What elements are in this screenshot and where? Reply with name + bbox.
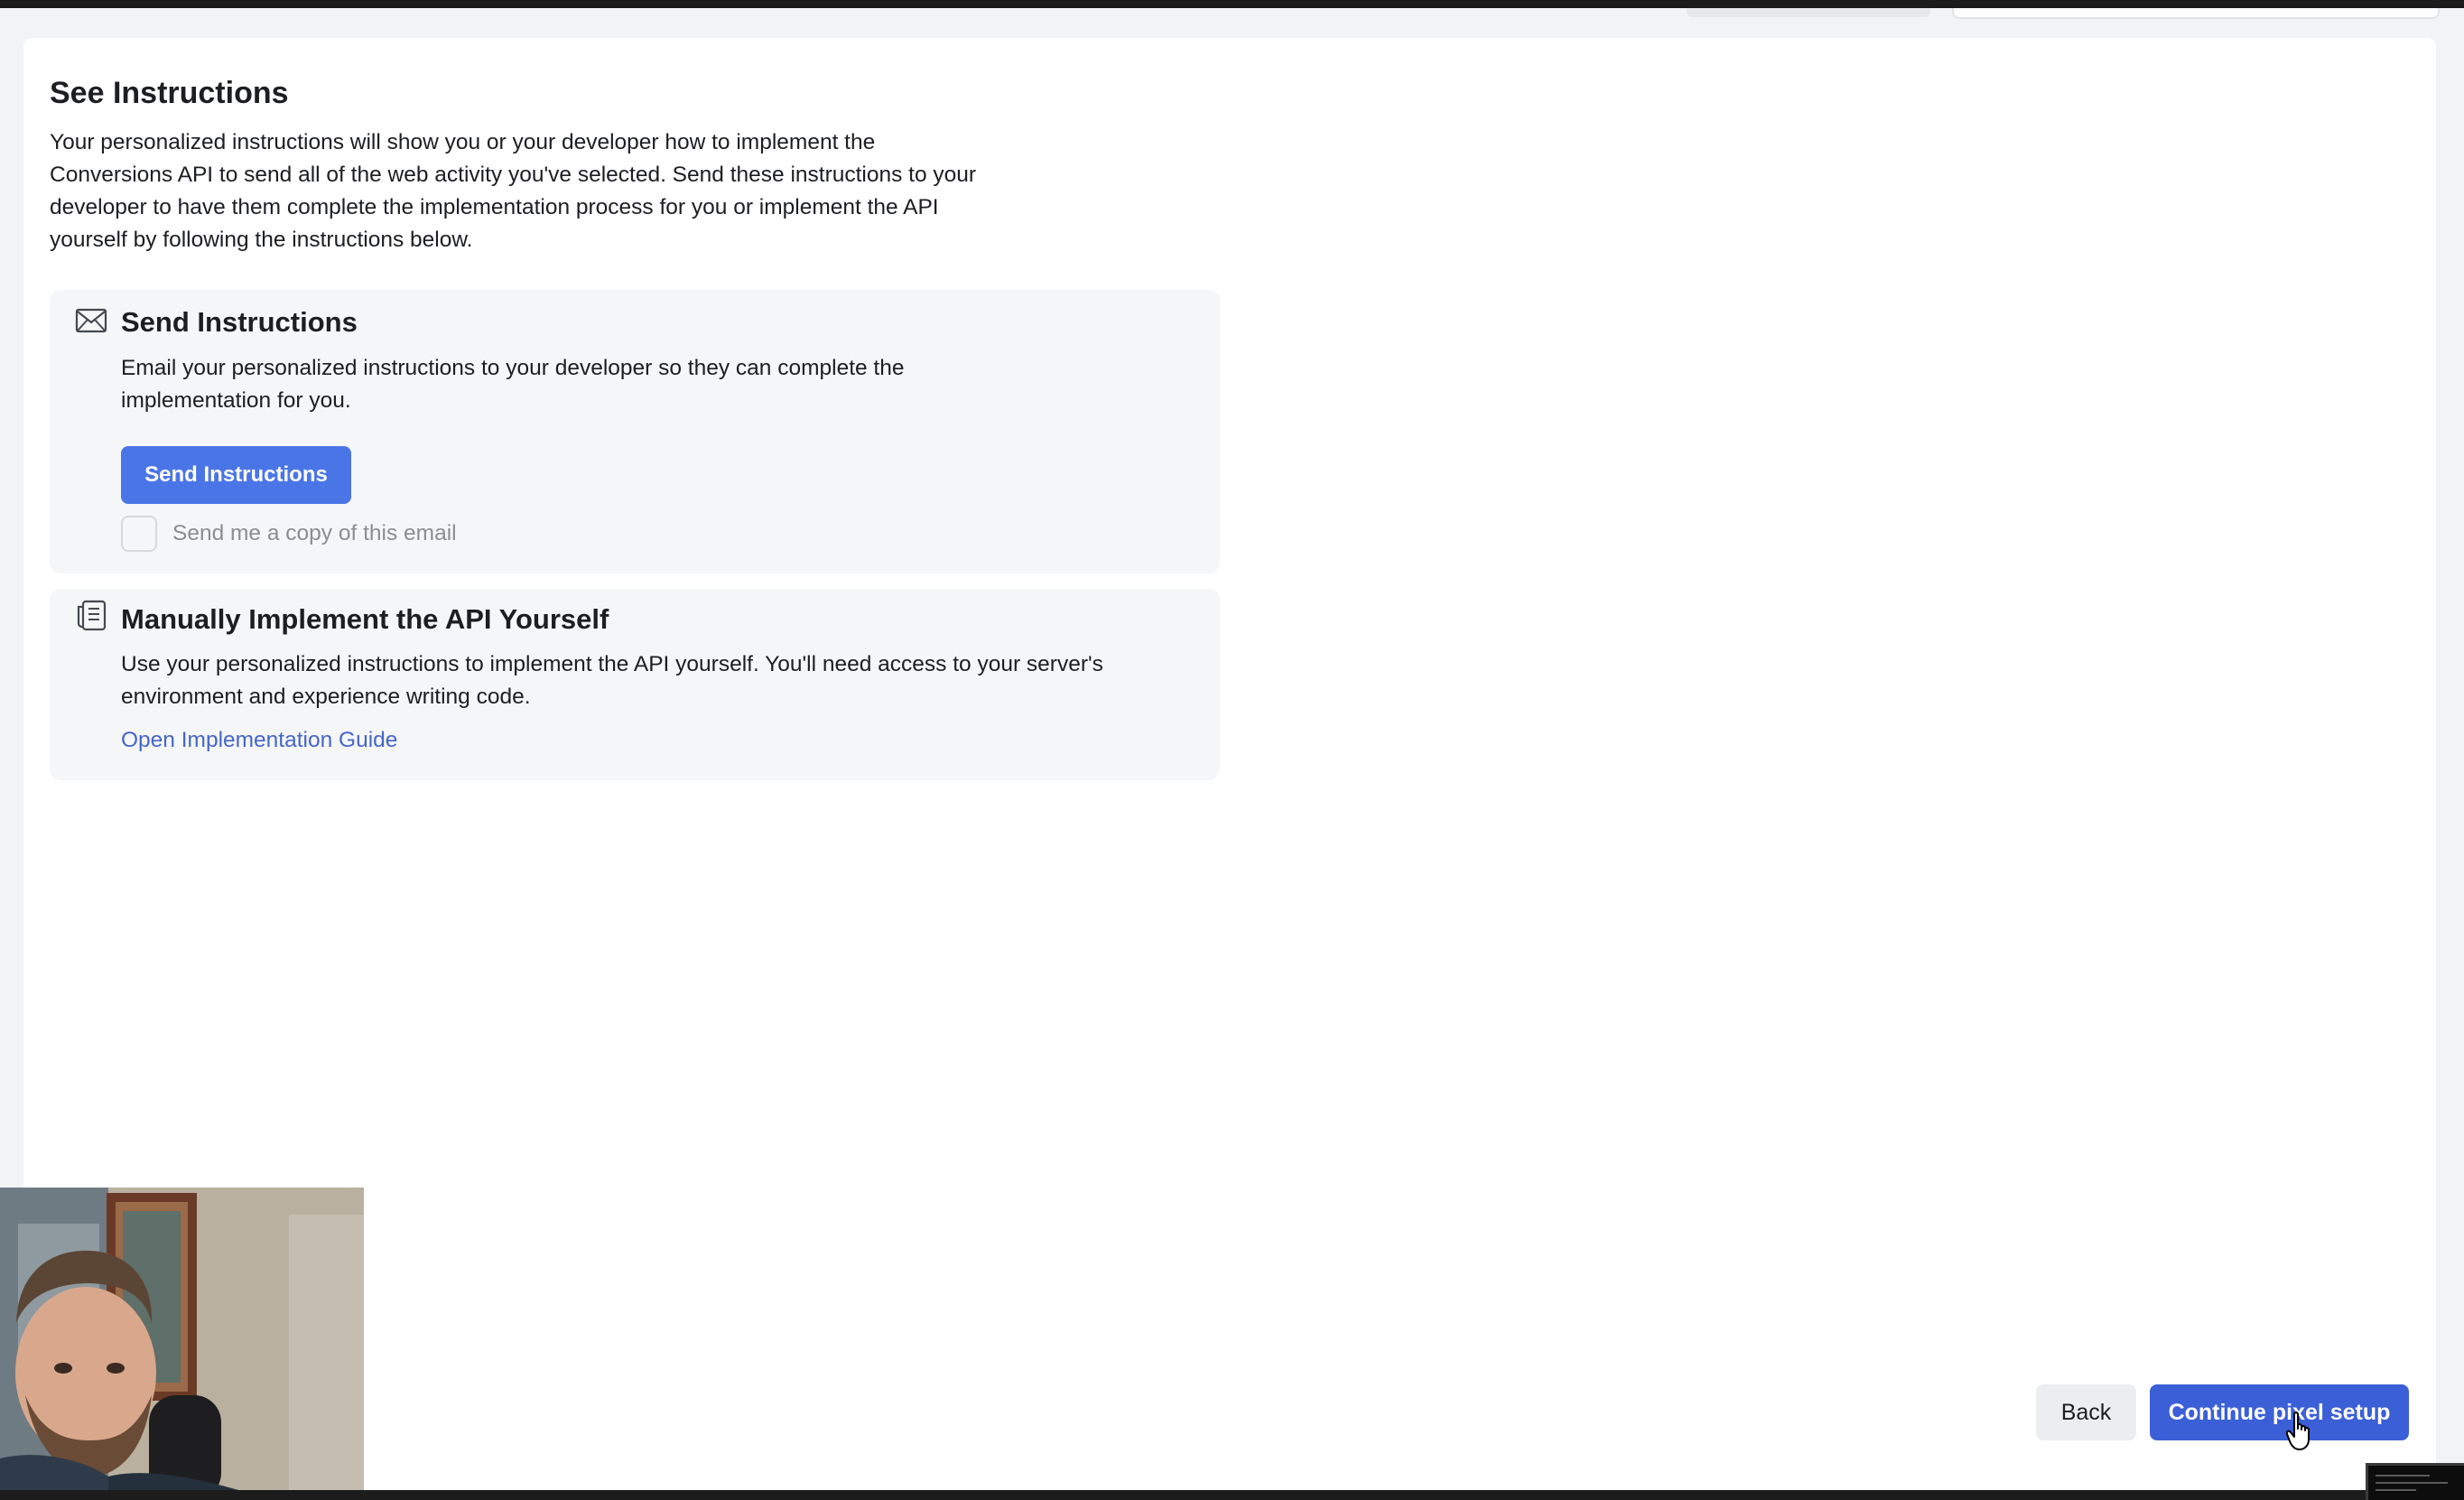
screen: See Instructions Your personalized instr… <box>0 0 2464 1500</box>
toolbar-button-edge[interactable] <box>1687 8 1930 17</box>
toolbar-field-edge[interactable] <box>1952 8 2440 19</box>
send-instructions-button[interactable]: Send Instructions <box>121 446 351 504</box>
hand-cursor-icon <box>2286 1411 2310 1450</box>
send-instructions-title: Send Instructions <box>121 306 358 338</box>
send-instructions-text: Email your personalized instructions to … <box>121 356 905 413</box>
continue-pixel-setup-button[interactable]: Continue pixel setup <box>2150 1384 2409 1440</box>
envelope-icon <box>75 308 107 333</box>
corner-thumbnail <box>2366 1463 2464 1500</box>
open-implementation-guide-link[interactable]: Open Implementation Guide <box>121 728 397 753</box>
window-bottom-edge <box>0 1490 2464 1500</box>
document-icon <box>77 600 107 631</box>
presenter-video-image <box>0 1188 364 1500</box>
window-top-edge <box>0 0 2464 8</box>
send-copy-checkbox[interactable] <box>121 516 157 552</box>
page-description: Your personalized instructions will show… <box>50 130 977 252</box>
manual-implementation-title: Manually Implement the API Yourself <box>121 603 609 635</box>
webcam-overlay <box>0 1188 364 1500</box>
back-button[interactable]: Back <box>2036 1384 2136 1440</box>
send-instructions-card: Send Instructions Email your personalize… <box>50 290 1220 573</box>
send-copy-label: Send me a copy of this email <box>172 521 457 545</box>
manual-implementation-card: Manually Implement the API Yourself Use … <box>50 589 1220 780</box>
manual-implementation-text: Use your personalized instructions to im… <box>121 652 1103 709</box>
page-title: See Instructions <box>50 76 289 110</box>
